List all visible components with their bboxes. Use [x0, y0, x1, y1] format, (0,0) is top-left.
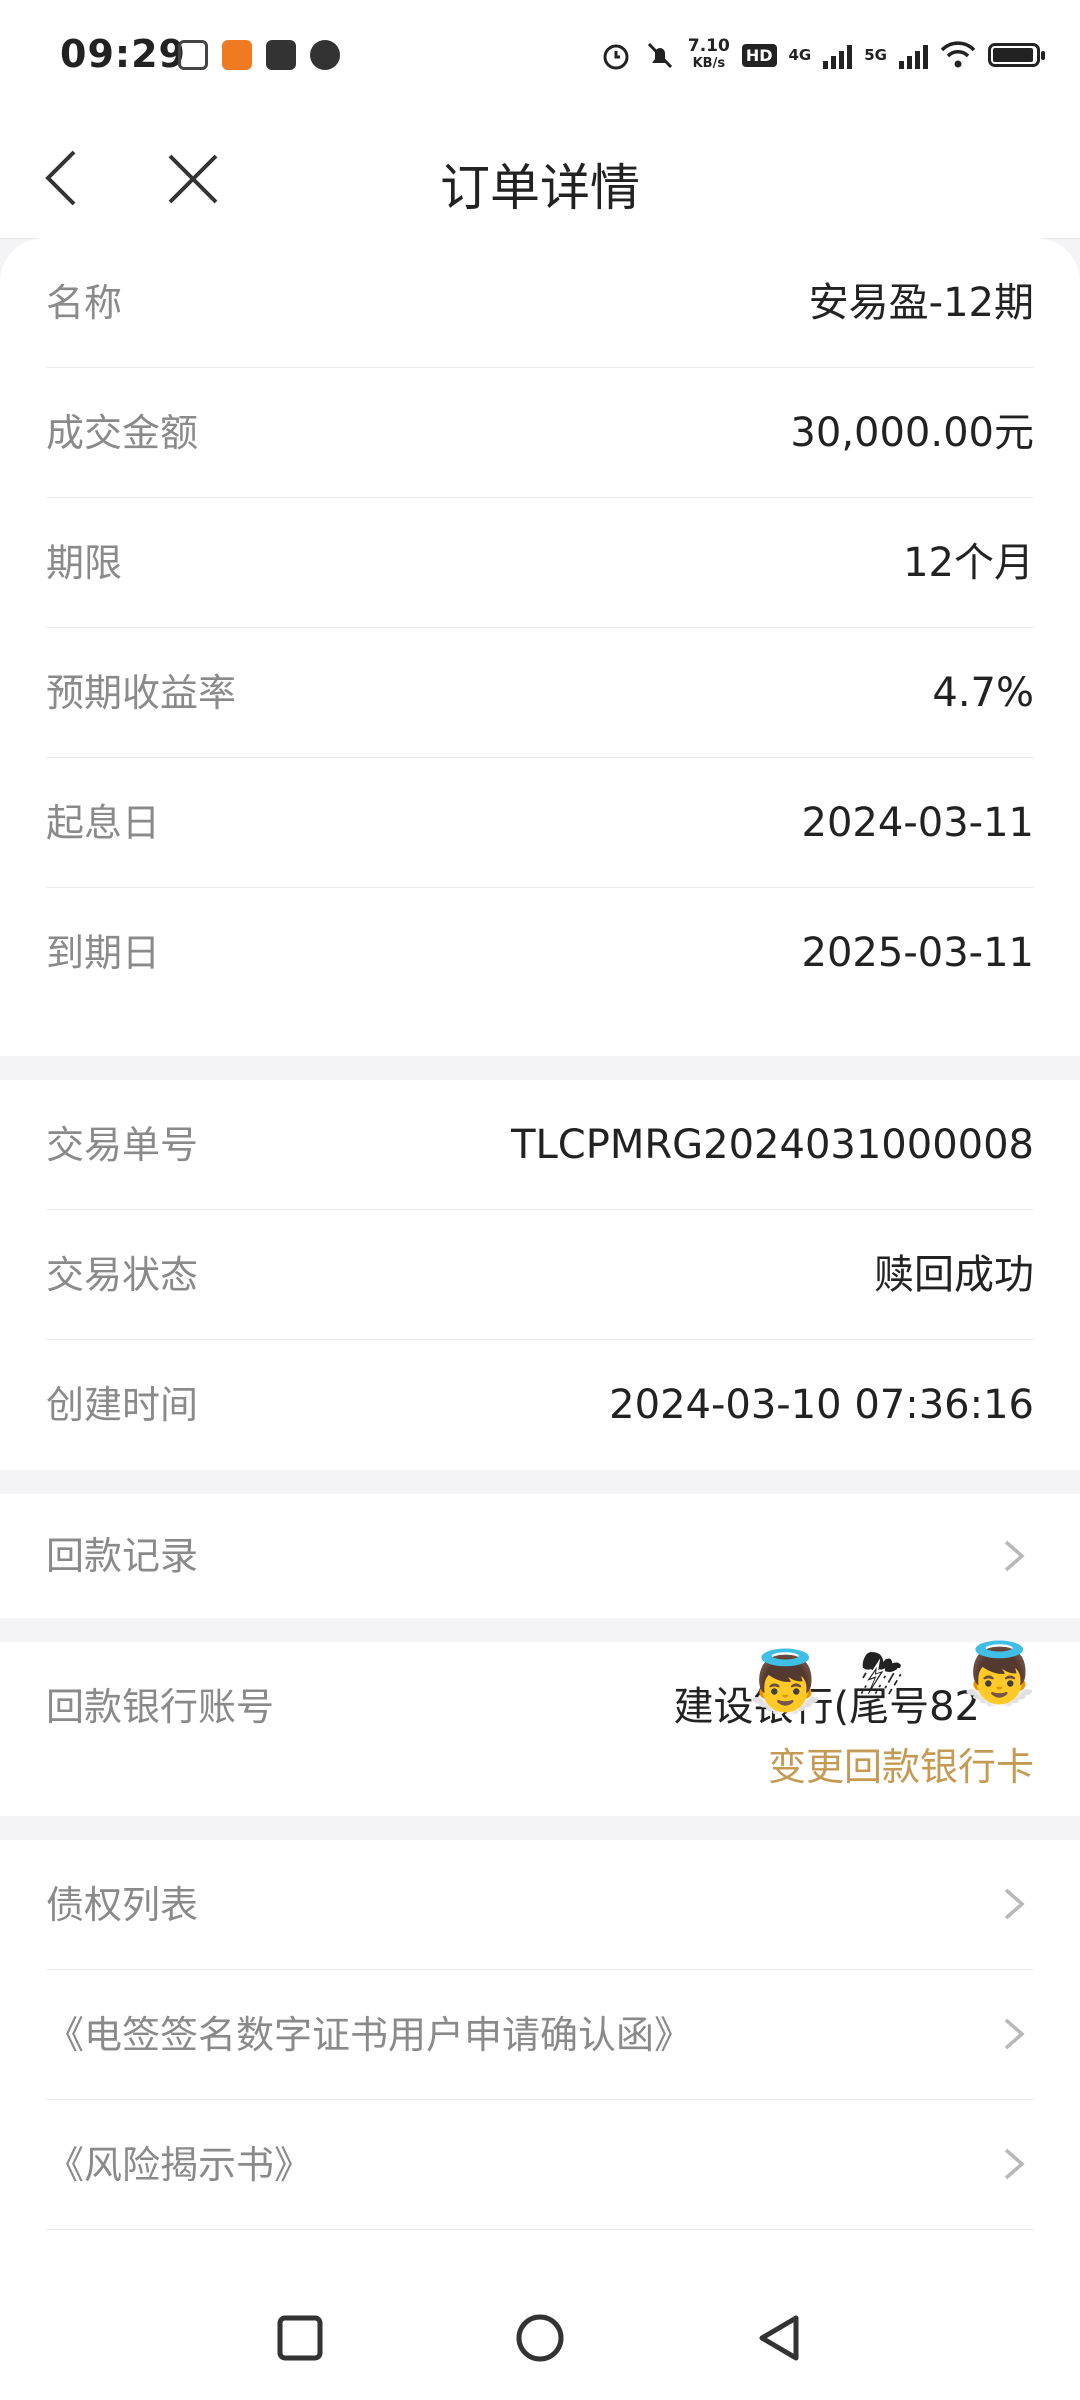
- trade-info-section: 交易单号 TLCPMRG2024031000008 交易状态 赎回成功 创建时间…: [0, 1080, 1080, 1470]
- angel-baby-sticker: 👼: [748, 1647, 823, 1717]
- change-bank-card-link[interactable]: 变更回款银行卡: [768, 1736, 1034, 1791]
- row-value: 2024-03-10 07:36:16: [609, 1382, 1034, 1428]
- row-value: 安易盈-12期: [808, 280, 1034, 326]
- documents-section: 债权列表 《电签签名数字证书用户申请确认函》 《风险揭示书》: [0, 1840, 1080, 2280]
- back-nav-button[interactable]: [752, 2310, 808, 2366]
- row-value: TLCPMRG2024031000008: [511, 1122, 1034, 1168]
- row-value: 12个月: [903, 540, 1034, 586]
- net-speed: 7.10 KB/s: [687, 36, 730, 72]
- app-notification-icon: [178, 40, 208, 70]
- info-row-term: 期限 12个月: [46, 498, 1034, 628]
- row-label: 《电签签名数字证书用户申请确认函》: [46, 2013, 693, 2057]
- row-value: 30,000.00元: [790, 410, 1034, 456]
- signal-icon-2: [899, 41, 928, 69]
- chevron-right-icon: [1004, 2148, 1025, 2180]
- info-row-amount: 成交金额 30,000.00元: [46, 368, 1034, 498]
- mail-app-icon: [266, 40, 296, 70]
- info-row-start-date: 起息日 2024-03-11: [46, 758, 1034, 888]
- doc-link-debt-list[interactable]: 债权列表: [46, 1840, 1034, 1970]
- trade-row-created: 创建时间 2024-03-10 07:36:16: [46, 1340, 1034, 1470]
- mute-bell-icon: [647, 42, 672, 69]
- status-bar: 09:29 7.10 KB/s HD 4G 5G: [0, 0, 1080, 118]
- row-label: 起息日: [46, 801, 161, 845]
- repayment-account-section: 回款银行账号 建设银行(尾号82 👼 ⛈ 👼 变更回款银行卡: [0, 1639, 1080, 1816]
- notification-icons: [178, 40, 340, 70]
- chat-bubble-icon: [310, 40, 340, 70]
- doc-link-risk-disclosure[interactable]: 《风险揭示书》: [46, 2100, 1034, 2230]
- angel-baby-sticker: 👼: [962, 1639, 1037, 1709]
- product-info-section: 名称 安易盈-12期 成交金额 30,000.00元 期限 12个月 预期收益率…: [0, 238, 1080, 1056]
- chevron-right-icon: [1004, 1540, 1025, 1572]
- row-value: 2025-03-11: [801, 930, 1034, 976]
- row-label: 预期收益率: [46, 671, 237, 715]
- row-label: 交易状态: [46, 1253, 199, 1297]
- row-label: 名称: [46, 281, 123, 325]
- row-label: 《风险揭示书》: [46, 2143, 313, 2187]
- trade-row-order-no: 交易单号 TLCPMRG2024031000008: [46, 1080, 1034, 1210]
- status-time: 09:29: [60, 32, 186, 76]
- row-value: 赎回成功: [874, 1252, 1034, 1298]
- home-button[interactable]: [512, 2310, 568, 2366]
- row-label: 成交金额: [46, 411, 199, 455]
- row-value: 4.7%: [932, 670, 1034, 716]
- signal-icon: [823, 41, 853, 69]
- row-label: 交易单号: [46, 1123, 199, 1167]
- row-label: 回款记录: [46, 1534, 199, 1578]
- orange-app-icon: [222, 40, 252, 70]
- row-label: 到期日: [46, 931, 161, 975]
- page-title: 订单详情: [440, 159, 640, 217]
- doc-link-certificate[interactable]: 《电签签名数字证书用户申请确认函》: [46, 1970, 1034, 2100]
- nav-header: 订单详情: [0, 118, 1080, 239]
- row-label: 创建时间: [46, 1383, 199, 1427]
- trade-row-status: 交易状态 赎回成功: [46, 1210, 1034, 1340]
- chevron-right-icon: [1004, 1888, 1025, 1920]
- row-value: 2024-03-11: [801, 800, 1034, 846]
- chevron-right-icon: [1004, 2018, 1025, 2050]
- storm-cloud-sticker: ⛈: [860, 1642, 904, 1705]
- battery-icon: [988, 43, 1045, 67]
- wifi-icon: [940, 41, 976, 68]
- hd-icon: HD: [741, 43, 777, 67]
- network-type-1: 4G: [788, 46, 812, 64]
- system-nav-bar: [0, 2270, 1080, 2400]
- system-icons: 7.10 KB/s HD 4G 5G: [600, 36, 1045, 72]
- info-row-rate: 预期收益率 4.7%: [46, 628, 1034, 758]
- account-label: 回款银行账号: [46, 1685, 275, 1729]
- info-row-name: 名称 安易盈-12期: [46, 238, 1034, 368]
- row-label: 期限: [46, 541, 123, 585]
- repayment-record-row[interactable]: 回款记录: [46, 1494, 1034, 1618]
- alarm-icon: [603, 44, 629, 70]
- info-row-end-date: 到期日 2025-03-11: [46, 888, 1034, 1018]
- repayment-record-section: 回款记录: [0, 1494, 1080, 1618]
- network-type-2: 5G: [864, 46, 887, 64]
- recent-apps-button[interactable]: [272, 2310, 328, 2366]
- row-label: 债权列表: [46, 1883, 199, 1927]
